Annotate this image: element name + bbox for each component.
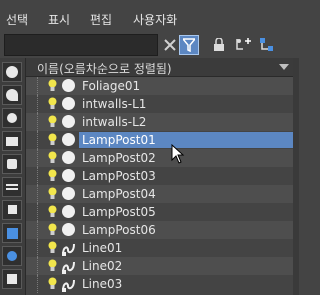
- object-name: LampPost01: [79, 132, 293, 148]
- tree-line: [37, 113, 46, 131]
- tree-line: [37, 77, 46, 95]
- bone-icon: [7, 251, 17, 261]
- filter-shapes-button[interactable]: [2, 85, 22, 105]
- sphere-icon: [6, 66, 18, 78]
- lightbulb-icon[interactable]: [48, 187, 57, 200]
- shape-icon: [6, 89, 18, 101]
- sphere-icon: [62, 223, 75, 236]
- lightbulb-icon[interactable]: [48, 205, 57, 218]
- tree-line: [37, 95, 46, 113]
- lightbulb-icon[interactable]: [48, 115, 57, 128]
- lightbulb-icon[interactable]: [48, 223, 57, 236]
- filter-bones-button[interactable]: [2, 246, 22, 266]
- tree-line: [37, 131, 46, 149]
- filter-strip: [0, 58, 26, 295]
- sphere-icon: [62, 205, 75, 218]
- menu-bar: 선택 표시 편집 사용자화: [0, 0, 299, 34]
- object-name: intwalls-L1: [82, 97, 147, 111]
- sphere-icon: [62, 79, 75, 92]
- list-item[interactable]: intwalls-L1: [26, 95, 293, 113]
- sphere-icon: [62, 115, 75, 128]
- list-item[interactable]: LampPost02: [26, 149, 293, 167]
- list-item[interactable]: Foliage01: [26, 77, 293, 95]
- camera-icon: [6, 137, 18, 146]
- list-item[interactable]: Line01: [26, 239, 293, 257]
- lightbulb-icon[interactable]: [48, 97, 57, 110]
- hierarchy-icon[interactable]: [257, 35, 277, 55]
- list-item[interactable]: LampPost01: [26, 131, 293, 149]
- light-icon: [7, 113, 17, 123]
- tree-line: [37, 167, 46, 185]
- object-name: Line02: [82, 259, 123, 273]
- menu-customize[interactable]: 사용자화: [133, 11, 177, 28]
- object-name: Line03: [82, 277, 123, 291]
- list-item[interactable]: intwalls-L2: [26, 113, 293, 131]
- filter-icon[interactable]: [179, 35, 199, 55]
- column-header[interactable]: 이름(오름차순으로 정렬됨): [26, 58, 293, 77]
- sphere-icon: [62, 133, 75, 146]
- spacewarp-icon: [6, 184, 18, 192]
- scrollbar[interactable]: [293, 58, 299, 295]
- tree-line: [37, 185, 46, 203]
- lightbulb-icon[interactable]: [48, 169, 57, 182]
- column-header-label: 이름(오름차순으로 정렬됨): [37, 62, 172, 76]
- mouse-cursor-icon: [171, 144, 185, 164]
- shape-icon: [62, 277, 75, 292]
- sphere-icon: [62, 151, 75, 164]
- object-name: LampPost03: [82, 169, 156, 183]
- tree-line: [37, 275, 46, 293]
- list-item[interactable]: LampPost05: [26, 203, 293, 221]
- object-name: intwalls-L2: [82, 115, 147, 129]
- object-name: Foliage01: [82, 79, 141, 93]
- filter-lights-button[interactable]: [2, 108, 22, 128]
- sort-arrow-icon: [279, 64, 289, 70]
- object-name: Line01: [82, 241, 123, 255]
- sphere-icon: [62, 187, 75, 200]
- xref-icon: [7, 228, 18, 239]
- object-name: LampPost06: [82, 223, 156, 237]
- filter-xref-button[interactable]: [2, 223, 22, 243]
- lightbulb-icon[interactable]: [48, 241, 57, 254]
- filter-spacewarps-button[interactable]: [2, 177, 22, 197]
- list-item[interactable]: Line03: [26, 275, 293, 293]
- lightbulb-icon[interactable]: [48, 277, 57, 290]
- container-icon: [7, 274, 17, 284]
- group-icon: [8, 205, 17, 214]
- sphere-icon: [62, 97, 75, 110]
- filter-containers-button[interactable]: [2, 269, 22, 289]
- object-name: LampPost05: [82, 205, 156, 219]
- tree-line: [37, 203, 46, 221]
- shape-icon: [62, 259, 75, 274]
- menu-select[interactable]: 선택: [6, 11, 28, 28]
- tree-line: [37, 239, 46, 257]
- search-input[interactable]: [4, 34, 158, 56]
- list-item[interactable]: LampPost06: [26, 221, 293, 239]
- object-name: LampPost02: [82, 151, 156, 165]
- filter-helpers-button[interactable]: [2, 154, 22, 174]
- shape-icon: [62, 241, 75, 256]
- tree-line: [37, 149, 46, 167]
- filter-geometry-button[interactable]: [2, 62, 22, 82]
- list-item[interactable]: LampPost04: [26, 185, 293, 203]
- lightbulb-icon[interactable]: [48, 133, 57, 146]
- clear-search-icon[interactable]: [160, 35, 180, 55]
- helper-icon: [7, 159, 17, 169]
- menu-display[interactable]: 표시: [48, 11, 70, 28]
- object-name: LampPost04: [82, 187, 156, 201]
- hierarchy-add-icon[interactable]: [233, 35, 253, 55]
- list-item[interactable]: LampPost03: [26, 167, 293, 185]
- lock-icon[interactable]: [209, 35, 229, 55]
- filter-cameras-button[interactable]: [2, 131, 22, 151]
- menu-edit[interactable]: 편집: [90, 11, 112, 28]
- lightbulb-icon[interactable]: [48, 151, 57, 164]
- sphere-icon: [62, 169, 75, 182]
- tree-line: [37, 221, 46, 239]
- tree-line: [37, 257, 46, 275]
- list-item[interactable]: Line02: [26, 257, 293, 275]
- lightbulb-icon[interactable]: [48, 79, 57, 92]
- lightbulb-icon[interactable]: [48, 259, 57, 272]
- scene-object-list: Foliage01 intwalls-L1 intwalls-L2 LampPost0…: [26, 77, 293, 295]
- filter-groups-button[interactable]: [2, 200, 22, 220]
